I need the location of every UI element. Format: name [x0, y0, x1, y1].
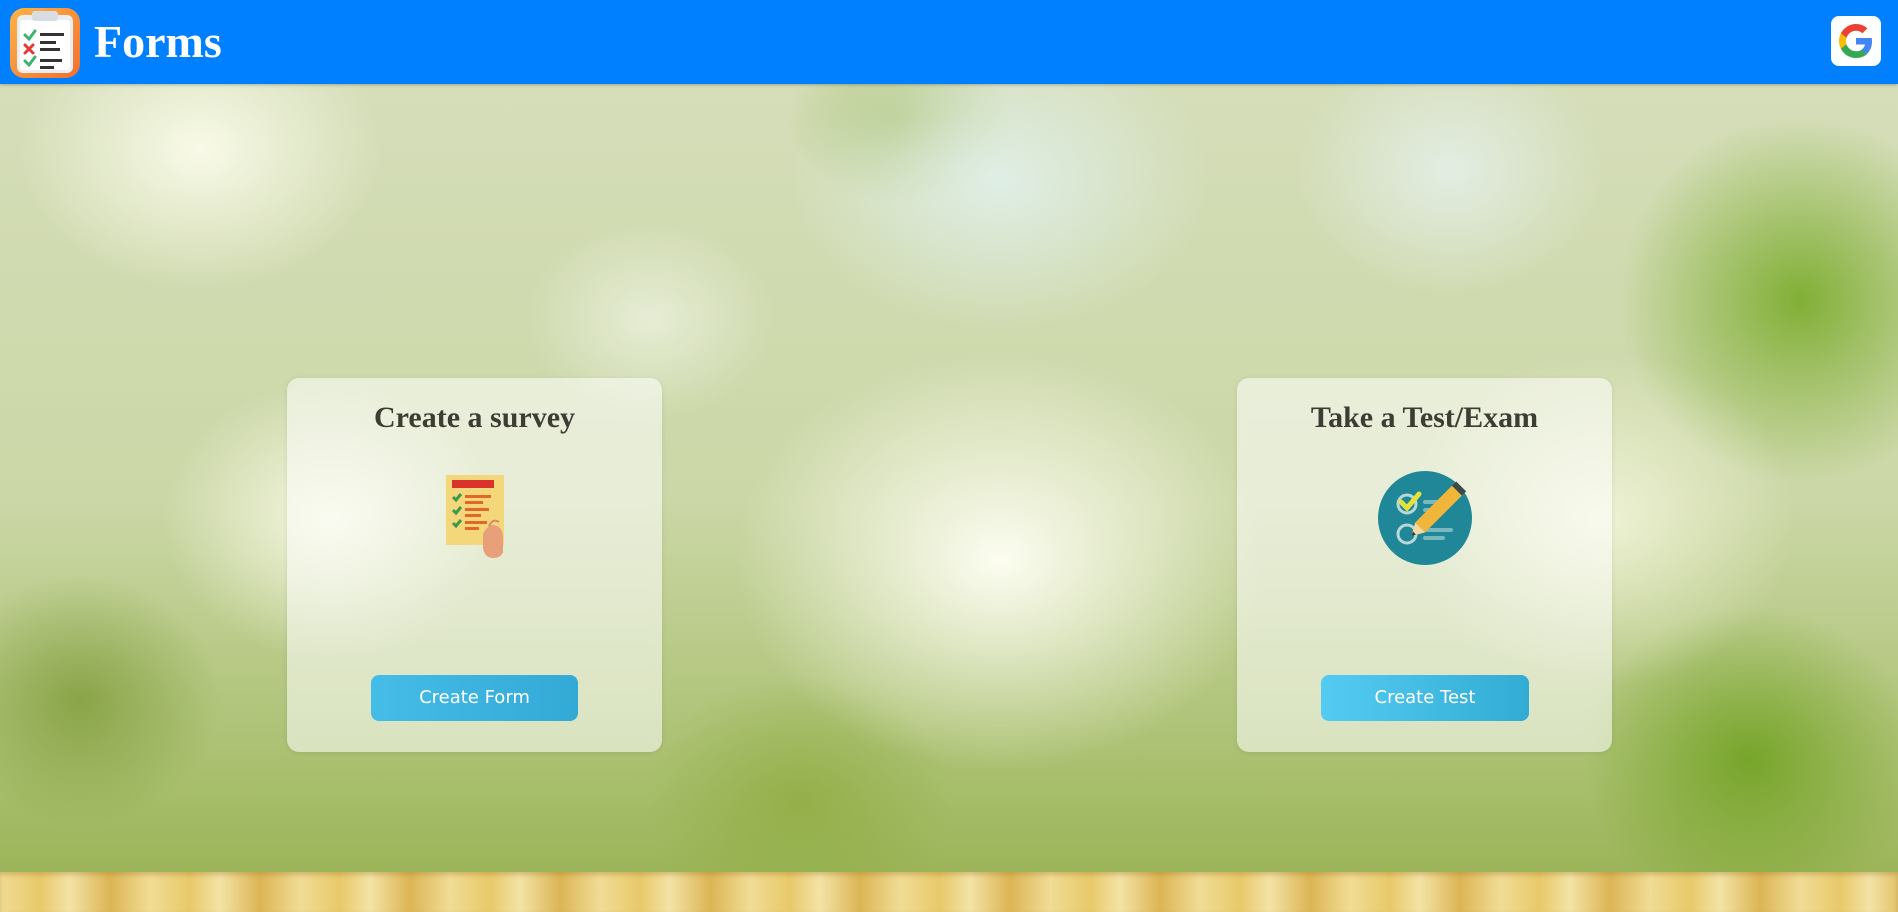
page: Forms Create a survey Create Form Take a…	[0, 0, 1898, 912]
app-title: Forms	[94, 16, 222, 67]
survey-card-title: Create a survey	[373, 401, 576, 434]
survey-checklist-icon	[427, 470, 523, 566]
create-form-button[interactable]: Create Form	[371, 675, 578, 721]
test-card: Take a Test/Exam Create Test	[1237, 378, 1612, 752]
google-sign-in-button[interactable]	[1831, 16, 1881, 66]
blurred-nature-background	[0, 0, 1898, 912]
clipboard-checklist-icon	[10, 8, 80, 78]
create-test-button[interactable]: Create Test	[1321, 675, 1529, 721]
google-icon	[1839, 24, 1872, 58]
top-bar: Forms	[0, 0, 1898, 84]
survey-card: Create a survey Create Form	[287, 378, 662, 752]
test-checklist-pencil-icon	[1377, 470, 1473, 566]
test-card-title: Take a Test/Exam	[1310, 401, 1539, 434]
wooden-floor-strip	[0, 872, 1898, 912]
